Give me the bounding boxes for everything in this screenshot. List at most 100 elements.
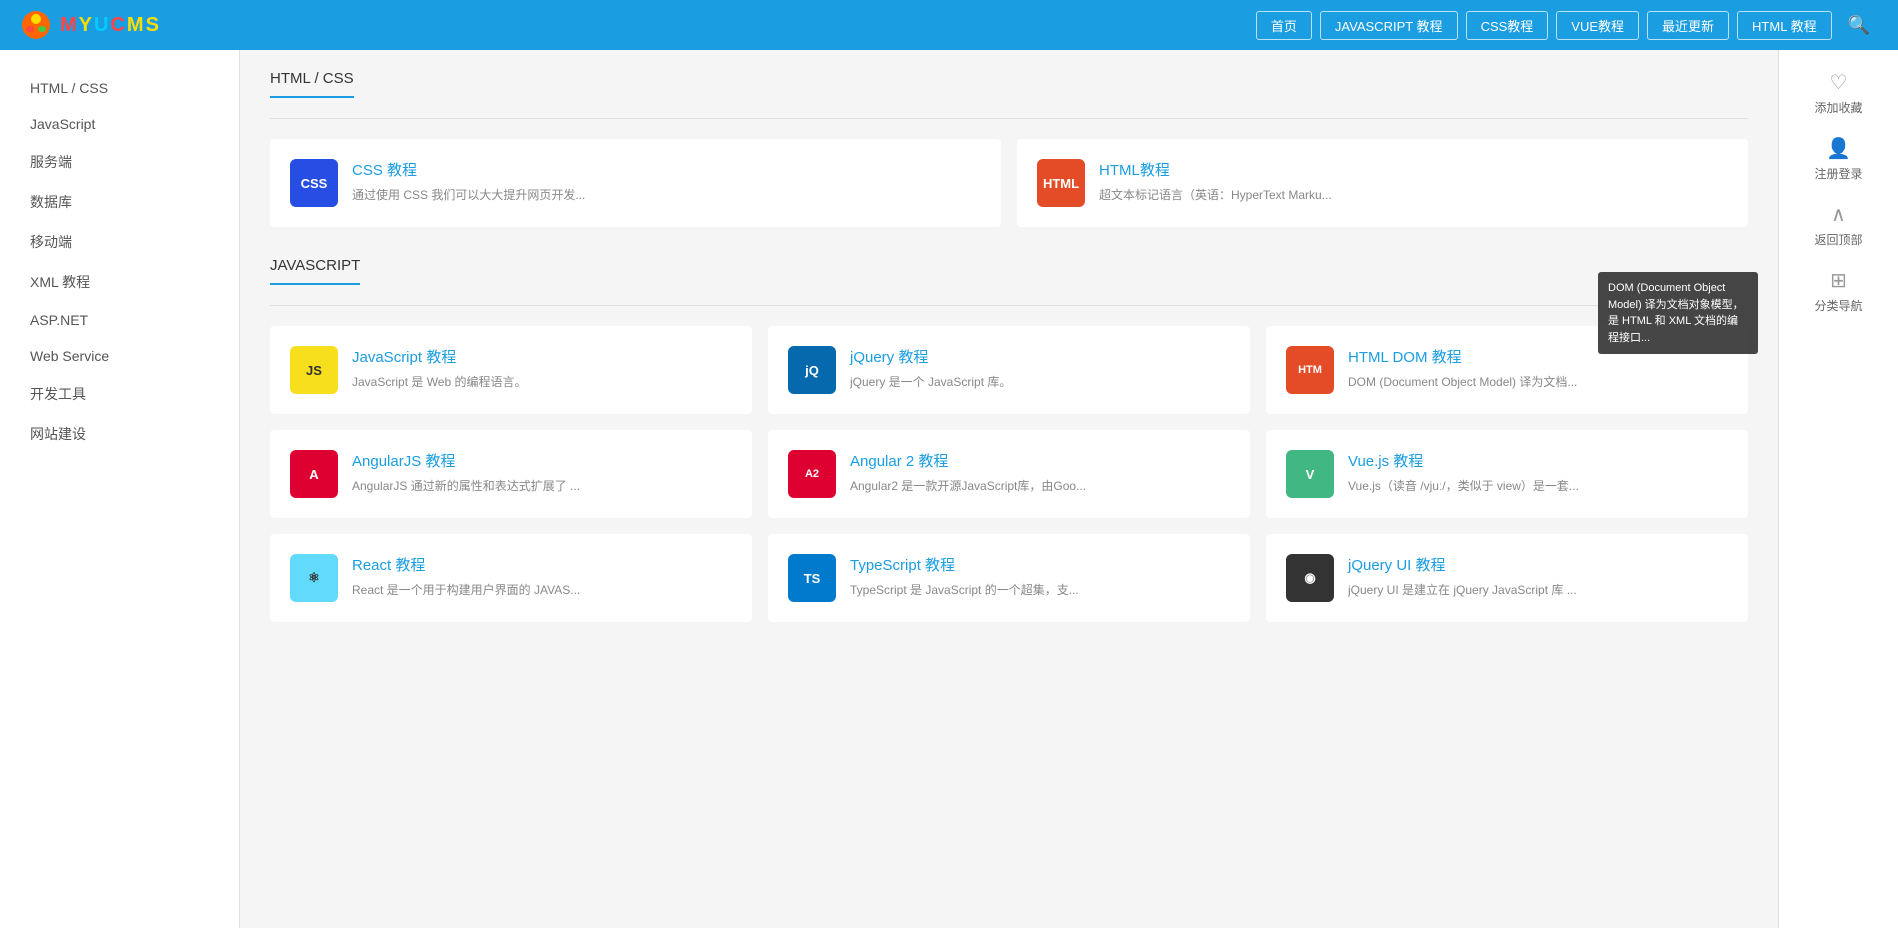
sidebar-item-webservice[interactable]: Web Service: [0, 338, 239, 374]
nav-btn-home[interactable]: 首页: [1256, 11, 1312, 40]
card-javascript[interactable]: JS JavaScript 教程 JavaScript 是 Web 的编程语言。: [270, 326, 752, 414]
angularjs-card-desc: AngularJS 通过新的属性和表达式扩展了 ...: [352, 477, 732, 495]
card-css[interactable]: CSS CSS 教程 通过使用 CSS 我们可以大大提升网页开发...: [270, 139, 1001, 227]
angular2-card-desc: Angular2 是一款开源JavaScript库，由Goo...: [850, 477, 1230, 495]
react-card-desc: React 是一个用于构建用户界面的 JAVAS...: [352, 581, 732, 599]
nav-btn-vue[interactable]: VUE教程: [1556, 11, 1639, 40]
nav-btn-html[interactable]: HTML 教程: [1737, 11, 1832, 40]
css-card-title: CSS 教程: [352, 159, 981, 180]
section-title-javascript: JAVASCRIPT: [270, 257, 360, 274]
vuejs-card-desc: Vue.js（读音 /vjuː/，类似于 view）是一套...: [1348, 477, 1728, 495]
jquery-card-content: jQuery 教程 jQuery 是一个 JavaScript 库。: [850, 346, 1230, 391]
section-html-css: HTML / CSS CSS CSS 教程 通过使用 CSS 我们可以大大提升网…: [270, 70, 1748, 227]
header: MYUCMS 首页 JAVASCRIPT 教程 CSS教程 VUE教程 最近更新…: [0, 0, 1898, 50]
react-card-content: React 教程 React 是一个用于构建用户界面的 JAVAS...: [352, 554, 732, 599]
html-icon: HTML: [1037, 159, 1085, 207]
cards-grid-html-css: CSS CSS 教程 通过使用 CSS 我们可以大大提升网页开发... HTML…: [270, 139, 1748, 227]
jqueryui-card-content: jQuery UI 教程 jQuery UI 是建立在 jQuery JavaS…: [1348, 554, 1728, 599]
angular2-icon: A2: [788, 450, 836, 498]
css-card-content: CSS 教程 通过使用 CSS 我们可以大大提升网页开发...: [352, 159, 981, 204]
sidebar: HTML / CSS JavaScript 服务端 数据库 移动端 XML 教程…: [0, 50, 240, 928]
angular2-card-content: Angular 2 教程 Angular2 是一款开源JavaScript库，由…: [850, 450, 1230, 495]
react-card-title: React 教程: [352, 554, 732, 575]
card-html-dom[interactable]: HTM HTML DOM 教程 DOM (Document Object Mod…: [1266, 326, 1748, 414]
css-card-desc: 通过使用 CSS 我们可以大大提升网页开发...: [352, 186, 981, 204]
top-icon: ∧: [1831, 202, 1846, 227]
nav-btn-css[interactable]: CSS教程: [1466, 11, 1549, 40]
css-icon: CSS: [290, 159, 338, 207]
layout: HTML / CSS JavaScript 服务端 数据库 移动端 XML 教程…: [0, 50, 1898, 928]
sidebar-item-xml[interactable]: XML 教程: [0, 262, 239, 302]
dom-tooltip: DOM (Document Object Model) 译为文档对象模型，是 H…: [1598, 272, 1758, 354]
dom-card-desc: DOM (Document Object Model) 译为文档...: [1348, 373, 1728, 391]
top-label: 返回顶部: [1814, 231, 1862, 248]
typescript-card-title: TypeScript 教程: [850, 554, 1230, 575]
card-react[interactable]: ⚛ React 教程 React 是一个用于构建用户界面的 JAVAS...: [270, 534, 752, 622]
nav-label: 分类导航: [1814, 297, 1862, 314]
sidebar-item-database[interactable]: 数据库: [0, 182, 239, 222]
sidebar-item-aspnet[interactable]: ASP.NET: [0, 302, 239, 338]
login-icon: 👤: [1826, 136, 1851, 161]
logo: MYUCMS: [20, 9, 161, 41]
ts-icon: TS: [788, 554, 836, 602]
bookmark-icon: ♡: [1830, 70, 1848, 95]
typescript-card-content: TypeScript 教程 TypeScript 是 JavaScript 的一…: [850, 554, 1230, 599]
sidebar-item-server[interactable]: 服务端: [0, 142, 239, 182]
js-card-desc: JavaScript 是 Web 的编程语言。: [352, 373, 732, 391]
bookmark-label: 添加收藏: [1814, 99, 1862, 116]
logo-icon: [20, 9, 52, 41]
js-icon: JS: [290, 346, 338, 394]
js-card-title: JavaScript 教程: [352, 346, 732, 367]
nav-btn-javascript[interactable]: JAVASCRIPT 教程: [1320, 11, 1458, 40]
js-card-content: JavaScript 教程 JavaScript 是 Web 的编程语言。: [352, 346, 732, 391]
card-angularjs[interactable]: A AngularJS 教程 AngularJS 通过新的属性和表达式扩展了 .…: [270, 430, 752, 518]
main-content: HTML / CSS CSS CSS 教程 通过使用 CSS 我们可以大大提升网…: [240, 50, 1778, 928]
sidebar-item-html-css[interactable]: HTML / CSS: [0, 70, 239, 106]
jqueryui-icon: ◉: [1286, 554, 1334, 602]
angularjs-card-content: AngularJS 教程 AngularJS 通过新的属性和表达式扩展了 ...: [352, 450, 732, 495]
angular2-card-title: Angular 2 教程: [850, 450, 1230, 471]
react-icon: ⚛: [290, 554, 338, 602]
search-button[interactable]: 🔍: [1840, 11, 1878, 40]
section-divider-html-css: [270, 118, 1748, 119]
logo-text: MYUCMS: [60, 14, 161, 37]
section-header-javascript: JAVASCRIPT: [270, 257, 360, 285]
html-card-content: HTML教程 超文本标记语言（英语：HyperText Marku...: [1099, 159, 1728, 204]
jquery-card-title: jQuery 教程: [850, 346, 1230, 367]
jqueryui-card-title: jQuery UI 教程: [1348, 554, 1728, 575]
login-label: 注册登录: [1814, 165, 1862, 182]
sidebar-item-devtools[interactable]: 开发工具: [0, 374, 239, 414]
card-jqueryui[interactable]: ◉ jQuery UI 教程 jQuery UI 是建立在 jQuery Jav…: [1266, 534, 1748, 622]
vuejs-card-content: Vue.js 教程 Vue.js（读音 /vjuː/，类似于 view）是一套.…: [1348, 450, 1728, 495]
nav-btn-recent[interactable]: 最近更新: [1647, 11, 1729, 40]
card-typescript[interactable]: TS TypeScript 教程 TypeScript 是 JavaScript…: [768, 534, 1250, 622]
vuejs-card-title: Vue.js 教程: [1348, 450, 1728, 471]
dom-icon: HTM: [1286, 346, 1334, 394]
nav-icon: ⊞: [1830, 268, 1847, 293]
section-javascript: JAVASCRIPT JS JavaScript 教程 JavaScript 是…: [270, 257, 1748, 622]
card-jquery[interactable]: jQ jQuery 教程 jQuery 是一个 JavaScript 库。: [768, 326, 1250, 414]
sidebar-item-mobile[interactable]: 移动端: [0, 222, 239, 262]
jquery-card-desc: jQuery 是一个 JavaScript 库。: [850, 373, 1230, 391]
angular-icon: A: [290, 450, 338, 498]
right-action-top[interactable]: ∧ 返回顶部: [1814, 202, 1862, 248]
typescript-card-desc: TypeScript 是 JavaScript 的一个超集，支...: [850, 581, 1230, 599]
html-card-title: HTML教程: [1099, 159, 1728, 180]
cards-grid-javascript: JS JavaScript 教程 JavaScript 是 Web 的编程语言。…: [270, 326, 1748, 622]
card-html[interactable]: HTML HTML教程 超文本标记语言（英语：HyperText Marku..…: [1017, 139, 1748, 227]
card-angular2[interactable]: A2 Angular 2 教程 Angular2 是一款开源JavaScript…: [768, 430, 1250, 518]
angularjs-card-title: AngularJS 教程: [352, 450, 732, 471]
section-divider-javascript: [270, 305, 1748, 306]
html-card-desc: 超文本标记语言（英语：HyperText Marku...: [1099, 186, 1728, 204]
jqueryui-card-desc: jQuery UI 是建立在 jQuery JavaScript 库 ...: [1348, 581, 1728, 599]
jquery-icon: jQ: [788, 346, 836, 394]
nav-right: 首页 JAVASCRIPT 教程 CSS教程 VUE教程 最近更新 HTML 教…: [1256, 11, 1878, 40]
sidebar-item-website[interactable]: 网站建设: [0, 414, 239, 454]
right-action-login[interactable]: 👤 注册登录: [1814, 136, 1862, 182]
right-action-bookmark[interactable]: ♡ 添加收藏: [1814, 70, 1862, 116]
right-sidebar: ♡ 添加收藏 👤 注册登录 ∧ 返回顶部 ⊞ 分类导航: [1778, 50, 1898, 928]
sidebar-item-javascript[interactable]: JavaScript: [0, 106, 239, 142]
right-action-nav[interactable]: ⊞ 分类导航: [1814, 268, 1862, 314]
section-header-html-css: HTML / CSS: [270, 70, 354, 98]
card-vuejs[interactable]: V Vue.js 教程 Vue.js（读音 /vjuː/，类似于 view）是一…: [1266, 430, 1748, 518]
